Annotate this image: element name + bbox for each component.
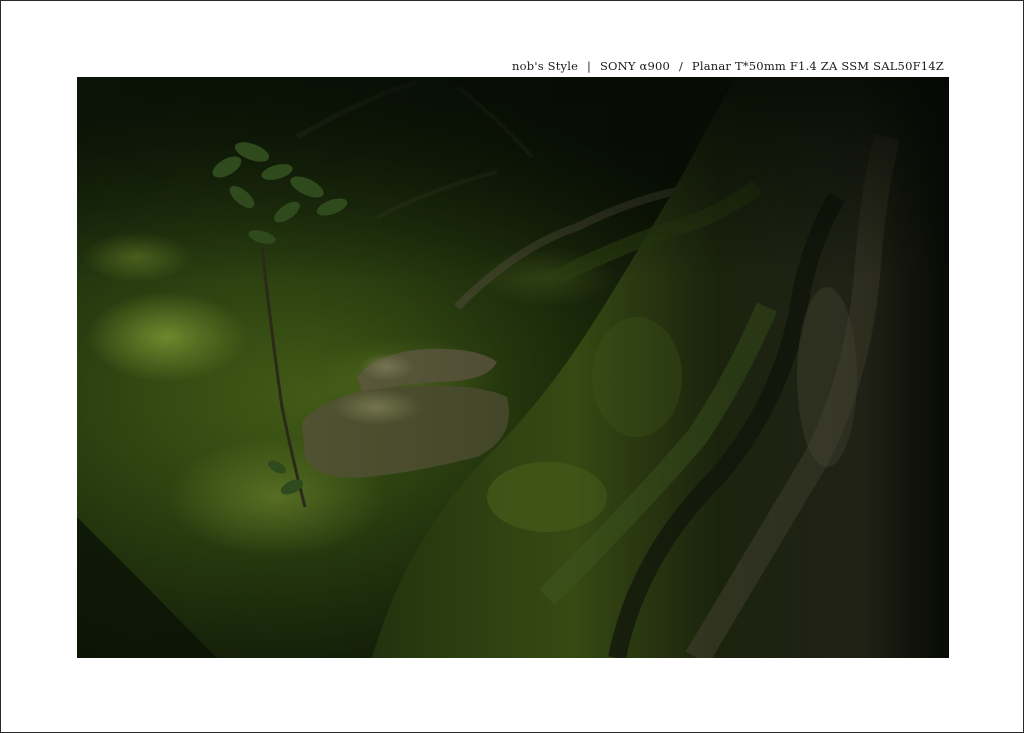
caption-author: nob's Style — [512, 59, 579, 73]
photograph — [77, 77, 949, 658]
photo-caption: nob's Style | SONY α900 / Planar T*50mm … — [512, 59, 944, 73]
caption-camera: SONY α900 — [599, 59, 671, 73]
caption-separator: / — [678, 59, 684, 73]
caption-separator: | — [587, 59, 592, 73]
photo-frame: nob's Style | SONY α900 / Planar T*50mm … — [0, 0, 1024, 733]
moss-roots-image — [77, 77, 949, 658]
caption-lens: Planar T*50mm F1.4 ZA SSM SAL50F14Z — [691, 59, 944, 73]
